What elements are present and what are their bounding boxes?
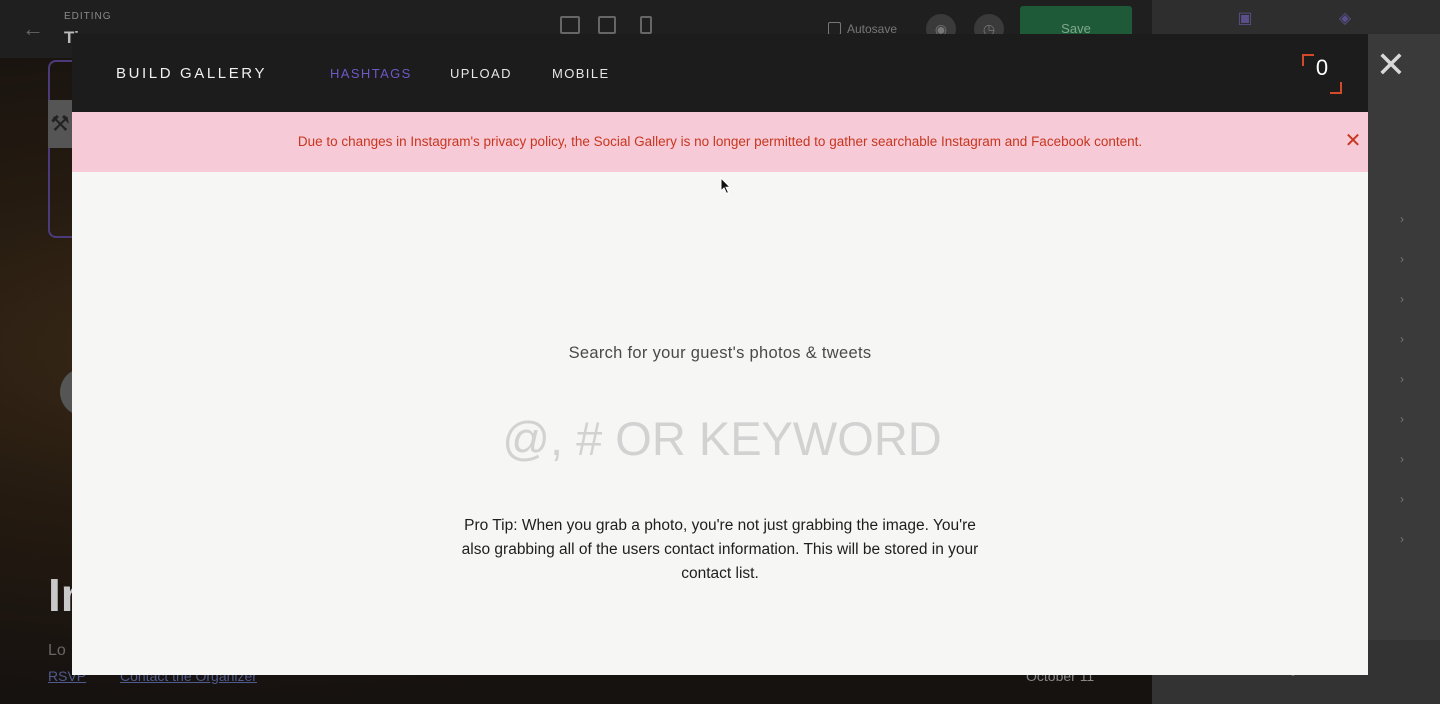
- modal-close-icon[interactable]: ✕: [1374, 47, 1408, 83]
- search-heading: Search for your guest's photos & tweets: [568, 344, 872, 362]
- editing-label: EDITING: [64, 11, 112, 22]
- privacy-alert-banner: Due to changes in Instagram's privacy po…: [72, 112, 1368, 172]
- selected-count: 0: [1315, 55, 1329, 80]
- pro-tip-text: Pro Tip: When you grab a photo, you're n…: [461, 517, 979, 582]
- chevron-right-icon: ›: [1400, 292, 1404, 306]
- selection-frame: [48, 60, 74, 238]
- corner-bracket-icon: [1330, 82, 1342, 94]
- modal-header: BUILD GALLERY HASHTAGS UPLOAD MOBILE 0: [72, 34, 1368, 112]
- chevron-right-icon: ›: [1400, 532, 1404, 546]
- layout-icon: ▣: [1237, 10, 1253, 27]
- selected-count-badge[interactable]: 0: [1302, 54, 1342, 94]
- keyword-search-input[interactable]: [420, 408, 1024, 468]
- mouse-cursor-icon: [720, 177, 732, 195]
- back-arrow-icon: ←: [22, 16, 44, 41]
- chevron-right-icon: ›: [1400, 412, 1404, 426]
- event-location: Lo: [48, 642, 66, 659]
- chevron-right-icon: ›: [1400, 212, 1404, 226]
- tablet-view-icon: [598, 16, 616, 34]
- sidebar-tabs: ▣ ◈: [1152, 0, 1440, 34]
- tab-hashtags[interactable]: HASHTAGS: [330, 66, 412, 81]
- alert-close-icon[interactable]: ✕: [1344, 131, 1362, 151]
- desktop-view-icon: [560, 16, 580, 34]
- build-gallery-modal: BUILD GALLERY HASHTAGS UPLOAD MOBILE 0 D…: [72, 34, 1368, 675]
- chevron-right-icon: ›: [1400, 372, 1404, 386]
- tab-upload[interactable]: UPLOAD: [450, 66, 512, 81]
- alert-message: Due to changes in Instagram's privacy po…: [297, 134, 1143, 149]
- chevron-right-icon: ›: [1400, 332, 1404, 346]
- chevron-right-icon: ›: [1400, 452, 1404, 466]
- wrench-icon: ⚒: [48, 100, 72, 148]
- chevron-right-icon: ›: [1400, 252, 1404, 266]
- tab-mobile[interactable]: MOBILE: [552, 66, 610, 81]
- mobile-view-icon: [640, 16, 652, 34]
- chevron-right-icon: ›: [1400, 492, 1404, 506]
- theme-icon: ◈: [1338, 10, 1352, 27]
- modal-title: BUILD GALLERY: [116, 65, 268, 82]
